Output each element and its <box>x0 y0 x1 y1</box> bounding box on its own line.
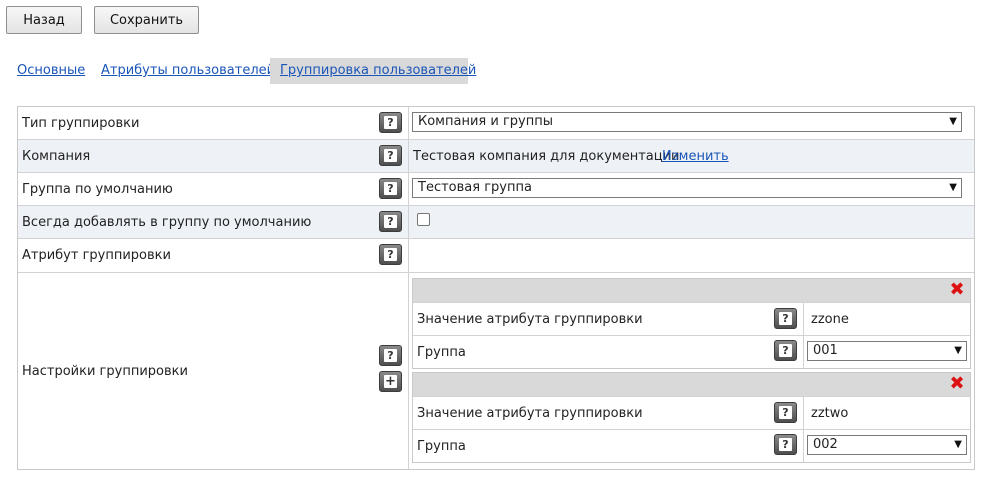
row-company: Компания ? Тестовая компания для докумен… <box>18 140 974 173</box>
help-icon[interactable]: ? <box>774 434 797 455</box>
default-group-value: Тестовая группа <box>418 180 532 195</box>
entry-group-select[interactable]: 001 ▼ <box>807 341 967 361</box>
grouping-type-value: Компания и группы <box>418 114 553 129</box>
entry-attr-label: Значение атрибута группировки <box>417 405 643 421</box>
grouping-type-select[interactable]: Компания и группы ▼ <box>412 112 962 132</box>
grouping-form: Тип группировки ? Компания и группы ▼ Ко… <box>17 106 975 470</box>
entry-group-label: Группа <box>417 438 466 454</box>
entry-group-select[interactable]: 002 ▼ <box>807 435 967 455</box>
tab-user-grouping[interactable]: Группировка пользователей <box>270 58 476 84</box>
row-grouping-settings: Настройки группировки ? + ✖ Значение атр… <box>18 273 974 469</box>
help-icon[interactable]: ? <box>774 340 797 361</box>
grouping-entry-header <box>413 373 970 396</box>
chevron-down-icon: ▼ <box>954 439 962 450</box>
row-grouping-type: Тип группировки ? Компания и группы ▼ <box>18 107 974 140</box>
company-label: Компания <box>22 148 91 164</box>
entry-group-value: 001 <box>813 343 838 358</box>
chevron-down-icon: ▼ <box>949 182 957 193</box>
entry-attr-row: Значение атрибута группировки ? zztwo <box>413 396 970 429</box>
row-always-add: Всегда добавлять в группу по умолчанию ? <box>18 206 974 239</box>
entry-attr-value: zzone <box>811 312 849 327</box>
change-company-link[interactable]: Изменить <box>662 149 729 164</box>
always-add-label: Всегда добавлять в группу по умолчанию <box>22 214 312 230</box>
tab-main[interactable]: Основные <box>17 58 85 84</box>
chevron-down-icon: ▼ <box>954 345 962 356</box>
entry-attr-value: zztwo <box>811 406 849 421</box>
row-default-group: Группа по умолчанию ? Тестовая группа ▼ <box>18 173 974 206</box>
grouping-entry: ✖ Значение атрибута группировки ? zztwo … <box>412 372 971 463</box>
grouping-attribute-label: Атрибут группировки <box>22 248 171 263</box>
back-button[interactable]: Назад <box>6 6 82 34</box>
add-icon[interactable]: + <box>379 371 402 392</box>
help-icon[interactable]: ? <box>379 345 402 366</box>
entry-attr-label: Значение атрибута группировки <box>417 311 643 327</box>
help-icon[interactable]: ? <box>774 402 797 423</box>
row-grouping-attribute: Атрибут группировки ? <box>18 239 974 273</box>
chevron-down-icon: ▼ <box>949 116 957 127</box>
help-icon[interactable]: ? <box>379 244 402 265</box>
help-icon[interactable]: ? <box>379 211 402 232</box>
help-icon[interactable]: ? <box>379 178 402 199</box>
default-group-label: Группа по умолчанию <box>22 181 173 197</box>
help-icon[interactable]: ? <box>774 308 797 329</box>
help-icon[interactable]: ? <box>379 145 402 166</box>
grouping-entry: ✖ Значение атрибута группировки ? zzone … <box>412 278 971 369</box>
help-icon[interactable]: ? <box>379 112 402 133</box>
default-group-select[interactable]: Тестовая группа ▼ <box>412 178 962 198</box>
grouping-type-label: Тип группировки <box>22 115 140 131</box>
tab-user-attributes[interactable]: Атрибуты пользователей <box>101 58 275 84</box>
grouping-settings-label: Настройки группировки <box>22 363 188 379</box>
save-button[interactable]: Сохранить <box>94 6 199 34</box>
entry-group-row: Группа ? 002 ▼ <box>413 429 970 462</box>
entry-attr-row: Значение атрибута группировки ? zzone <box>413 302 970 335</box>
company-value: Тестовая компания для документации <box>413 149 680 164</box>
entry-group-row: Группа ? 001 ▼ <box>413 335 970 368</box>
always-add-checkbox[interactable] <box>417 213 430 226</box>
entry-group-value: 002 <box>813 437 838 452</box>
grouping-entry-header <box>413 279 970 302</box>
delete-icon[interactable]: ✖ <box>948 375 966 393</box>
entry-group-label: Группа <box>417 344 466 360</box>
delete-icon[interactable]: ✖ <box>948 281 966 299</box>
